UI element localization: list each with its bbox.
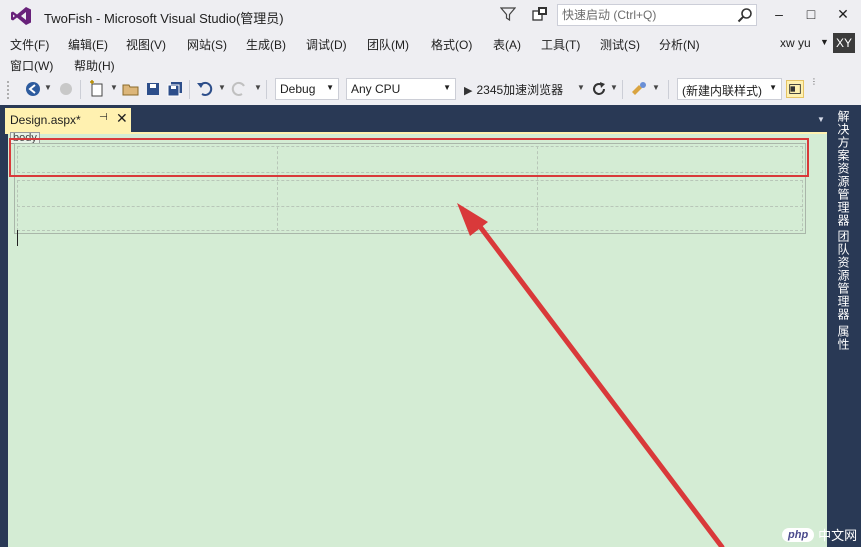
menu-bar: 文件(F) 编辑(E) 视图(V) 网站(S) 生成(B) 调试(D) 团队(M…	[0, 31, 861, 73]
menu-debug[interactable]: 调试(D)	[306, 35, 347, 54]
side-tab-properties[interactable]: 属性	[836, 325, 852, 351]
search-icon[interactable]	[737, 7, 753, 23]
apply-styles-icon[interactable]	[786, 80, 804, 98]
save-all-icon[interactable]	[166, 80, 184, 98]
user-name[interactable]: xw yu	[780, 36, 811, 50]
menu-edit[interactable]: 编辑(E)	[68, 35, 108, 54]
table-row-divider	[17, 206, 803, 207]
chevron-down-icon: ▼	[769, 83, 777, 92]
back-dropdown-icon[interactable]: ▼	[44, 83, 52, 92]
toolbar-separator	[622, 80, 623, 99]
title-bar: TwoFish - Microsoft Visual Studio(管理员) –…	[0, 0, 861, 31]
refresh-browser-icon[interactable]	[590, 80, 608, 98]
open-file-icon[interactable]	[122, 80, 140, 98]
browser-link-dropdown-icon[interactable]: ▼	[652, 83, 660, 92]
start-debugging-button[interactable]: ▶ 2345加速浏览器	[464, 81, 563, 98]
highlight-box	[9, 138, 809, 177]
window-title: TwoFish - Microsoft Visual Studio(管理员)	[44, 11, 284, 26]
tab-title: Design.aspx*	[10, 113, 81, 127]
target-rule-select[interactable]: (新建内联样式) ▼	[677, 78, 782, 100]
chevron-down-icon: ▼	[326, 83, 334, 92]
refresh-dropdown-icon[interactable]: ▼	[610, 83, 618, 92]
toolbar-overflow-icon[interactable]: ⋮	[810, 77, 818, 86]
watermark-badge: php	[782, 527, 815, 542]
menu-team[interactable]: 团队(M)	[367, 35, 409, 54]
standard-toolbar: ▼ ▼ ▼ ▼ Debug ▼ Any CPU ▼ ▶2345加速浏览器 ▼	[0, 75, 861, 103]
redo-icon[interactable]	[230, 80, 248, 98]
tab-design-aspx[interactable]: Design.aspx* ⊣ ✕	[5, 108, 131, 132]
side-tab-team-explorer[interactable]: 团队资源管理器	[836, 230, 852, 321]
menu-window[interactable]: 窗口(W)	[10, 56, 53, 75]
run-target-label: 2345加速浏览器	[476, 83, 564, 97]
user-menu-caret-icon[interactable]: ▼	[820, 37, 829, 47]
watermark-logo: php 中文网	[782, 525, 857, 544]
toolbar-separator	[668, 80, 669, 99]
menu-website[interactable]: 网站(S)	[187, 35, 227, 54]
toolbar-separator	[189, 80, 190, 99]
navigate-forward-icon[interactable]	[57, 80, 75, 98]
save-icon[interactable]	[144, 80, 162, 98]
feedback-icon[interactable]	[531, 5, 549, 23]
undo-icon[interactable]	[196, 80, 214, 98]
close-tab-icon[interactable]: ✕	[116, 110, 128, 127]
navigate-back-icon[interactable]	[24, 80, 42, 98]
close-window-button[interactable]: ✕	[832, 4, 854, 24]
menu-tools[interactable]: 工具(T)	[541, 35, 580, 54]
toolbar-separator	[80, 80, 81, 99]
platform-value: Any CPU	[351, 82, 401, 96]
visual-studio-logo-icon	[11, 7, 31, 25]
watermark-text: 中文网	[818, 528, 858, 543]
target-rule-value: (新建内联样式)	[682, 84, 762, 98]
avatar[interactable]: XY	[833, 33, 855, 53]
play-icon: ▶	[464, 85, 473, 97]
quick-launch-box[interactable]	[557, 4, 757, 26]
new-project-icon[interactable]	[88, 80, 106, 98]
side-tab-solution-explorer[interactable]: 解决方案资源管理器	[836, 110, 852, 227]
menu-analyze[interactable]: 分析(N)	[659, 35, 700, 54]
minimize-button[interactable]: –	[768, 4, 790, 24]
menu-format[interactable]: 格式(O)	[431, 35, 472, 54]
menu-build[interactable]: 生成(B)	[246, 35, 286, 54]
browser-link-icon[interactable]	[630, 80, 648, 98]
pin-icon[interactable]: ⊣	[99, 112, 108, 123]
maximize-button[interactable]: □	[800, 4, 822, 24]
configuration-select[interactable]: Debug ▼	[275, 78, 339, 100]
run-target-dropdown-icon[interactable]: ▼	[577, 83, 585, 92]
menu-table[interactable]: 表(A)	[493, 35, 521, 54]
toolbar-separator	[266, 80, 267, 99]
text-cursor	[17, 230, 18, 246]
menu-view[interactable]: 视图(V)	[126, 35, 166, 54]
menu-file[interactable]: 文件(F)	[10, 35, 49, 54]
chevron-down-icon: ▼	[443, 83, 451, 92]
undo-dropdown-icon[interactable]: ▼	[218, 83, 226, 92]
configuration-value: Debug	[280, 82, 316, 96]
menu-test[interactable]: 测试(S)	[600, 35, 640, 54]
toolbar-grip[interactable]	[6, 80, 10, 100]
quick-launch-input[interactable]	[558, 5, 734, 25]
redo-dropdown-icon[interactable]: ▼	[254, 83, 262, 92]
platform-select[interactable]: Any CPU ▼	[346, 78, 456, 100]
menu-help[interactable]: 帮助(H)	[74, 56, 115, 75]
notification-filter-icon[interactable]	[500, 6, 516, 22]
new-project-dropdown-icon[interactable]: ▼	[110, 83, 118, 92]
tab-list-dropdown-icon[interactable]: ▼	[817, 115, 825, 124]
